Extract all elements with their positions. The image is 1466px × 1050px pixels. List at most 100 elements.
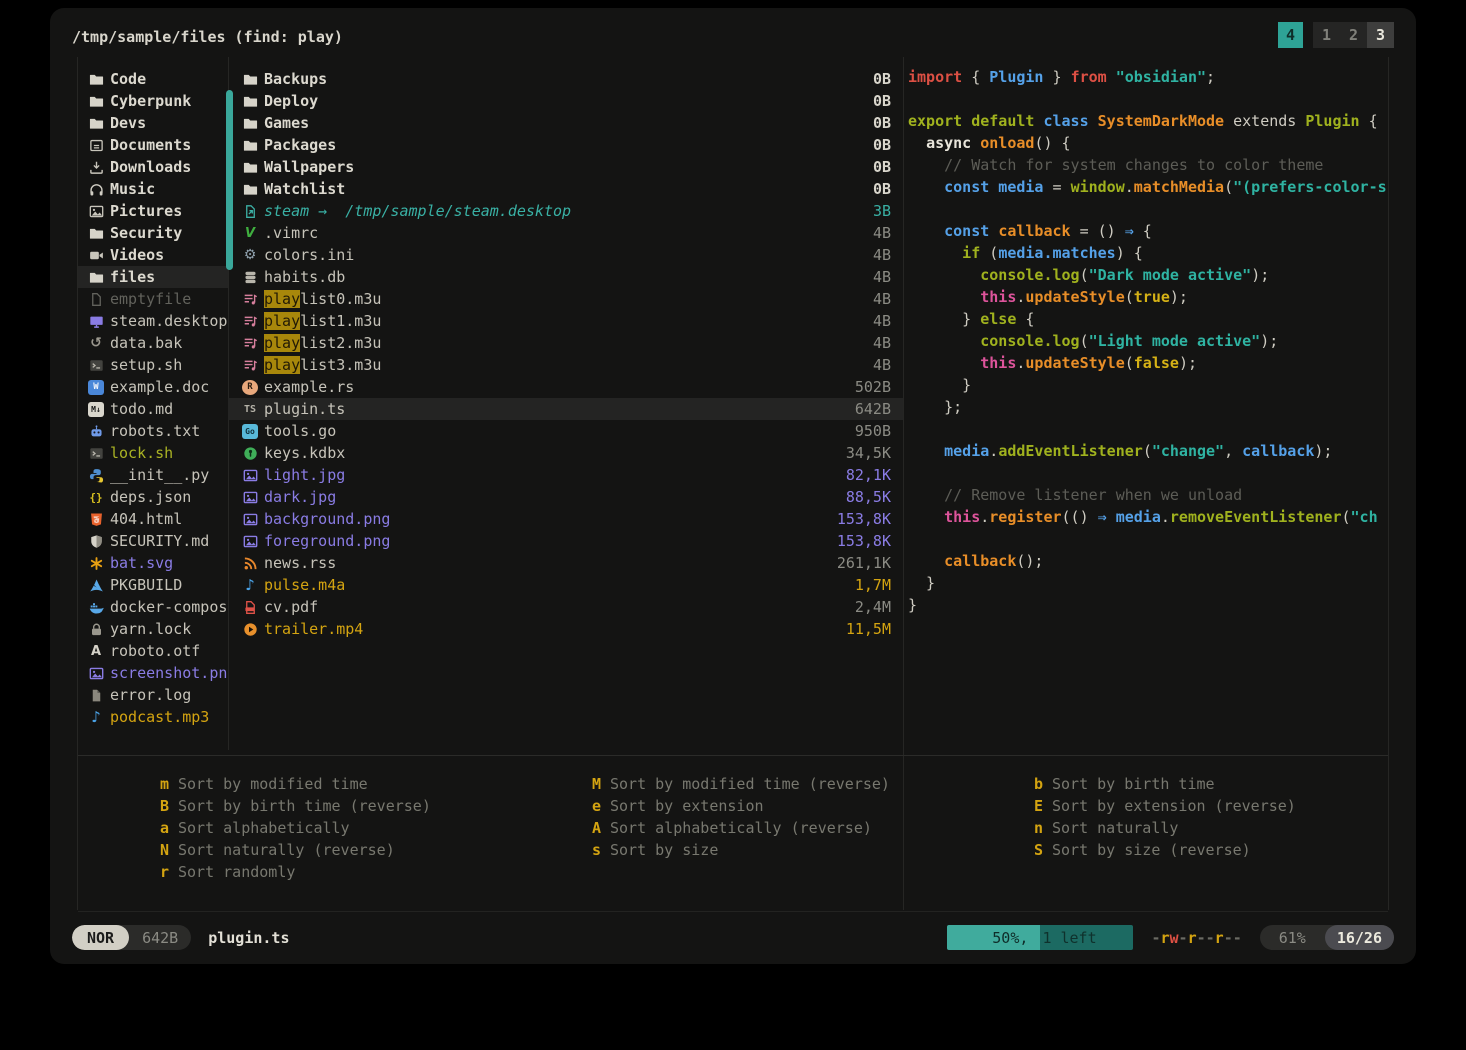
file-name: colors.ini: [264, 246, 354, 264]
file-size: 4B: [873, 268, 891, 286]
headphones-icon: [88, 181, 104, 197]
file-row-dark.jpg[interactable]: dark.jpg88,5K: [228, 486, 903, 508]
tab-2[interactable]: 2: [1340, 22, 1367, 48]
ts-icon: TS: [242, 401, 258, 417]
hotkey-label: e: [584, 797, 601, 815]
parent-item-setup.sh[interactable]: setup.sh: [78, 354, 228, 376]
parent-item-example.doc[interactable]: Wexample.doc: [78, 376, 228, 398]
parent-item-404.html[interactable]: 404.html: [78, 508, 228, 530]
parent-item-files[interactable]: files: [78, 266, 228, 288]
file-size: 4B: [873, 312, 891, 330]
file-row-cv.pdf[interactable]: cv.pdf2,4M: [228, 596, 903, 618]
help-column-3: bSort by birth timeESort by extension (r…: [1026, 773, 1296, 861]
file-row-news.rss[interactable]: news.rss261,1K: [228, 552, 903, 574]
parent-item-data.bak[interactable]: ↺data.bak: [78, 332, 228, 354]
parent-item-Code[interactable]: Code: [78, 68, 228, 90]
file-name: playlist3.m3u: [264, 356, 381, 374]
code-line: console.log("Light mode active");: [908, 332, 1390, 354]
file-name: cv.pdf: [264, 598, 318, 616]
folder-icon: [88, 225, 104, 241]
parent-item-steam.desktop[interactable]: steam.desktop: [78, 310, 228, 332]
parent-item-podcast.mp3[interactable]: ♪podcast.mp3: [78, 706, 228, 728]
parent-item-docker-compos[interactable]: docker-compos: [78, 596, 228, 618]
file-name: playlist0.m3u: [264, 290, 381, 308]
scrollbar[interactable]: [226, 90, 233, 270]
code-line: media.addEventListener("change", callbac…: [908, 442, 1390, 464]
file-row-plugin.ts[interactable]: TSplugin.ts642B: [228, 398, 903, 420]
file-row-background.png[interactable]: background.png153,8K: [228, 508, 903, 530]
file-name: Videos: [110, 246, 164, 264]
file-row-playlist1.m3u[interactable]: playlist1.m3u4B: [228, 310, 903, 332]
parent-item-__init__.py[interactable]: __init__.py: [78, 464, 228, 486]
preview-pane[interactable]: import { Plugin } from "obsidian";export…: [908, 68, 1390, 618]
parent-item-todo.md[interactable]: M↓todo.md: [78, 398, 228, 420]
parent-item-Security[interactable]: Security: [78, 222, 228, 244]
file-row-.vimrc[interactable]: V.vimrc4B: [228, 222, 903, 244]
file-name: Music: [110, 180, 155, 198]
file-row-playlist3.m3u[interactable]: playlist3.m3u4B: [228, 354, 903, 376]
file-name: .vimrc: [264, 224, 318, 242]
parent-item-deps.json[interactable]: {}deps.json: [78, 486, 228, 508]
file-row-playlist0.m3u[interactable]: playlist0.m3u4B: [228, 288, 903, 310]
parent-item-Cyberpunk[interactable]: Cyberpunk: [78, 90, 228, 112]
tab-3[interactable]: 3: [1367, 22, 1394, 48]
file-row-light.jpg[interactable]: light.jpg82,1K: [228, 464, 903, 486]
image-icon: [242, 489, 258, 505]
parent-item-screenshot.pn[interactable]: screenshot.pn: [78, 662, 228, 684]
file-row-Watchlist[interactable]: Watchlist0B: [228, 178, 903, 200]
parent-item-PKGBUILD[interactable]: PKGBUILD: [78, 574, 228, 596]
parent-item-Videos[interactable]: Videos: [78, 244, 228, 266]
parent-item-robots.txt[interactable]: robots.txt: [78, 420, 228, 442]
parent-item-error.log[interactable]: error.log: [78, 684, 228, 706]
file-name: Wallpapers: [264, 158, 354, 176]
parent-item-Pictures[interactable]: Pictures: [78, 200, 228, 222]
hotkey-label: a: [152, 819, 169, 837]
file-row-colors.ini[interactable]: ⚙colors.ini4B: [228, 244, 903, 266]
file-row-habits.db[interactable]: habits.db4B: [228, 266, 903, 288]
parent-item-yarn.lock[interactable]: yarn.lock: [78, 618, 228, 640]
file-row-pulse.m4a[interactable]: ♪pulse.m4a1,7M: [228, 574, 903, 596]
file-name: example.rs: [264, 378, 354, 396]
play-icon: [242, 621, 258, 637]
file-row-Backups[interactable]: Backups0B: [228, 68, 903, 90]
parent-item-lock.sh[interactable]: lock.sh: [78, 442, 228, 464]
help-column-2: MSort by modified time (reverse)eSort by…: [584, 773, 890, 861]
file-row-keys.kdbx[interactable]: keys.kdbx34,5K: [228, 442, 903, 464]
file-row-example.rs[interactable]: Rexample.rs502B: [228, 376, 903, 398]
parent-item-emptyfile[interactable]: emptyfile: [78, 288, 228, 310]
find-match-highlight: play: [264, 356, 300, 374]
file-row-Packages[interactable]: Packages0B: [228, 134, 903, 156]
video-icon: [88, 247, 104, 263]
parent-item-Documents[interactable]: Documents: [78, 134, 228, 156]
file-row-foreground.png[interactable]: foreground.png153,8K: [228, 530, 903, 552]
scroll-percent: 61%: [1260, 929, 1325, 947]
file-row-tools.go[interactable]: Gotools.go950B: [228, 420, 903, 442]
parent-item-Music[interactable]: Music: [78, 178, 228, 200]
hotkey-label: b: [1026, 775, 1043, 793]
task-progress-bar[interactable]: 50%, 1 left: [947, 925, 1133, 950]
braces-icon: {}: [88, 489, 104, 505]
parent-item-SECURITY.md[interactable]: SECURITY.md: [78, 530, 228, 552]
help-item-b: bSort by birth time: [1026, 773, 1296, 795]
file-name: background.png: [264, 510, 390, 528]
image-icon: [242, 511, 258, 527]
hotkey-description: Sort naturally (reverse): [178, 841, 395, 859]
tab-4-active[interactable]: 4: [1278, 22, 1303, 48]
file-row-playlist2.m3u[interactable]: playlist2.m3u4B: [228, 332, 903, 354]
parent-item-roboto.otf[interactable]: Aroboto.otf: [78, 640, 228, 662]
file-row-steam[interactable]: steam → /tmp/sample/steam.desktop3B: [228, 200, 903, 222]
file-row-Games[interactable]: Games0B: [228, 112, 903, 134]
tab-1[interactable]: 1: [1313, 22, 1340, 48]
parent-item-bat.svg[interactable]: bat.svg: [78, 552, 228, 574]
file-row-Wallpapers[interactable]: Wallpapers0B: [228, 156, 903, 178]
parent-item-Downloads[interactable]: Downloads: [78, 156, 228, 178]
file-name: light.jpg: [264, 466, 345, 484]
parent-item-Devs[interactable]: Devs: [78, 112, 228, 134]
file-name: docker-compos: [110, 598, 227, 616]
file-name: news.rss: [264, 554, 336, 572]
code-line: export default class SystemDarkMode exte…: [908, 112, 1390, 134]
file-row-trailer.mp4[interactable]: trailer.mp411,5M: [228, 618, 903, 640]
hotkey-label: A: [584, 819, 601, 837]
file-row-Deploy[interactable]: Deploy0B: [228, 90, 903, 112]
cwd-breadcrumb[interactable]: /tmp/sample/files (find: play): [72, 28, 343, 46]
